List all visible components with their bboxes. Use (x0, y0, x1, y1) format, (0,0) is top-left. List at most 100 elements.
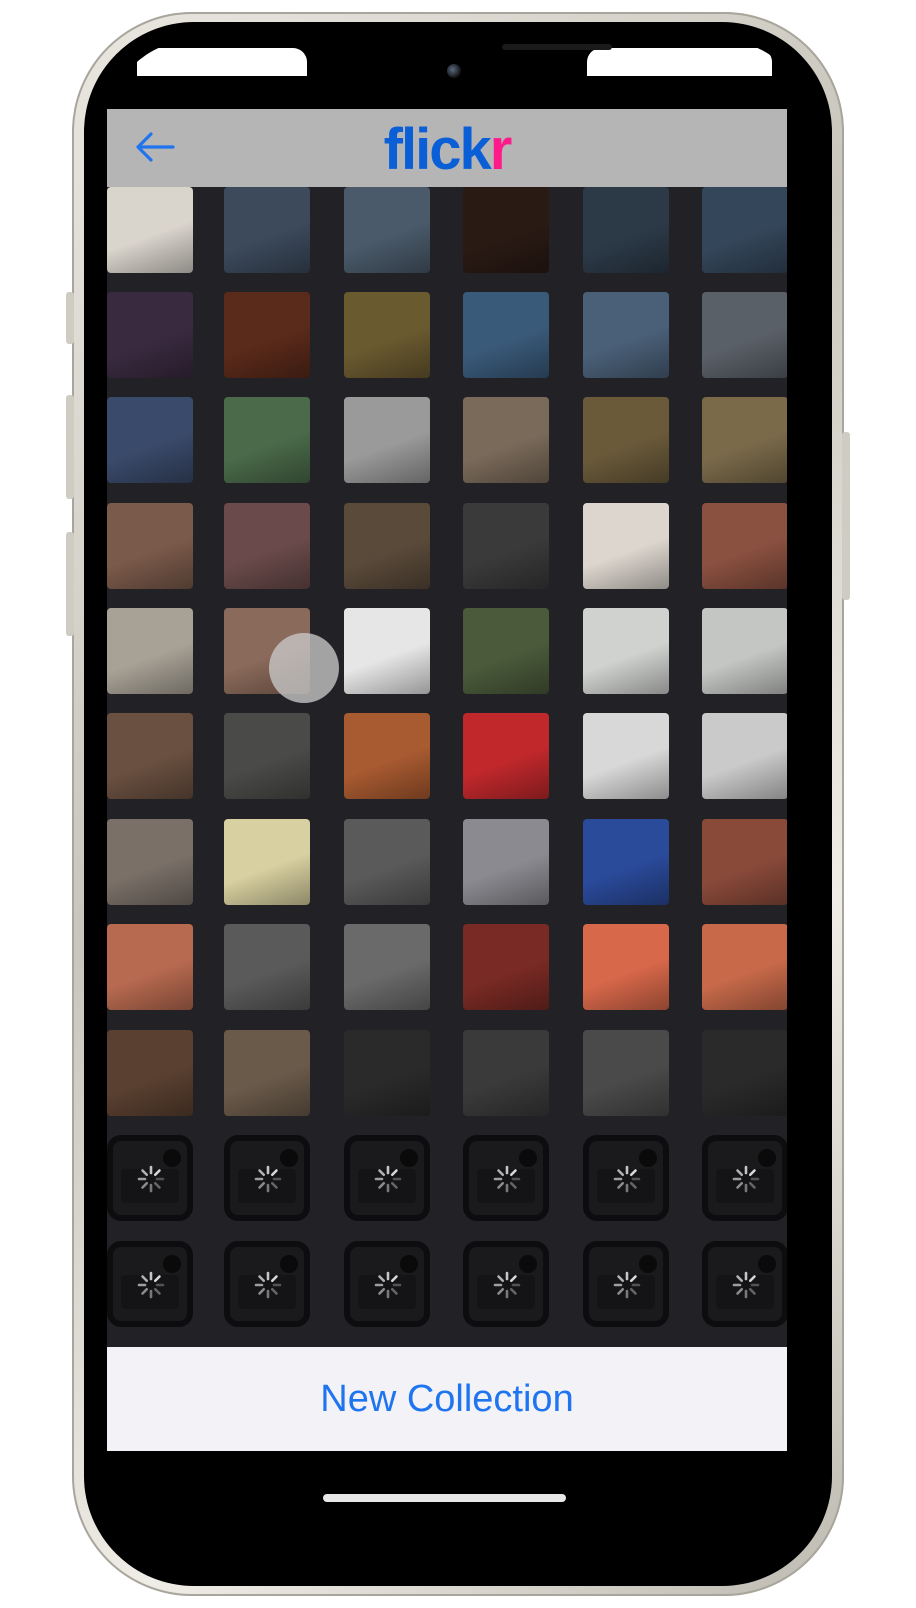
photo-thumbnail-loading[interactable] (344, 1241, 430, 1327)
home-indicator[interactable] (323, 1494, 566, 1502)
photo-thumbnail[interactable] (702, 924, 787, 1010)
photo-grid (107, 187, 787, 1347)
photo-thumbnail[interactable] (224, 292, 310, 378)
photo-thumbnail-loading[interactable] (583, 1241, 669, 1327)
photo-thumbnail[interactable] (344, 713, 430, 799)
photo-thumbnail[interactable] (224, 187, 310, 273)
side-button-power (842, 432, 850, 600)
photo-thumbnail-loading[interactable] (344, 1135, 430, 1221)
image-loading-icon (732, 1165, 760, 1193)
photo-thumbnail[interactable] (344, 397, 430, 483)
image-loading-icon (493, 1271, 521, 1299)
photo-thumbnail[interactable] (702, 397, 787, 483)
image-loading-icon (374, 1271, 402, 1299)
photo-thumbnail[interactable] (107, 713, 193, 799)
photo-thumbnail[interactable] (583, 924, 669, 1010)
photo-thumbnail[interactable] (583, 713, 669, 799)
speaker-grille (502, 44, 612, 50)
image-loading-icon (137, 1271, 165, 1299)
photo-thumbnail-loading[interactable] (702, 1135, 787, 1221)
photo-thumbnail[interactable] (583, 397, 669, 483)
image-loading-icon (613, 1271, 641, 1299)
image-loading-icon (374, 1165, 402, 1193)
placeholder-dot (758, 1149, 776, 1167)
scroll-handle[interactable] (269, 633, 339, 703)
photo-thumbnail[interactable] (463, 924, 549, 1010)
image-loading-icon (613, 1165, 641, 1193)
photo-thumbnail[interactable] (463, 397, 549, 483)
photo-thumbnail[interactable] (344, 503, 430, 589)
logo-text-blue: flick (383, 117, 492, 182)
photo-thumbnail[interactable] (583, 819, 669, 905)
placeholder-dot (519, 1255, 537, 1273)
photo-thumbnail[interactable] (224, 503, 310, 589)
photo-thumbnail-loading[interactable] (583, 1135, 669, 1221)
photo-thumbnail[interactable] (463, 819, 549, 905)
placeholder-dot (280, 1255, 298, 1273)
placeholder-dot (280, 1149, 298, 1167)
photo-thumbnail[interactable] (583, 292, 669, 378)
photo-thumbnail-loading[interactable] (463, 1135, 549, 1221)
photo-thumbnail[interactable] (583, 187, 669, 273)
photo-thumbnail[interactable] (702, 292, 787, 378)
photo-thumbnail[interactable] (702, 503, 787, 589)
photo-thumbnail[interactable] (702, 713, 787, 799)
flickr-logo: flickr (107, 115, 787, 185)
photo-thumbnail[interactable] (463, 187, 549, 273)
photo-thumbnail[interactable] (344, 1030, 430, 1116)
image-loading-icon (254, 1271, 282, 1299)
photo-thumbnail[interactable] (224, 1030, 310, 1116)
side-button-volume-up (66, 395, 74, 499)
photo-thumbnail[interactable] (702, 819, 787, 905)
photo-thumbnail[interactable] (463, 292, 549, 378)
photo-thumbnail[interactable] (107, 924, 193, 1010)
photo-thumbnail[interactable] (107, 819, 193, 905)
app-window: flickr New Collection (107, 109, 787, 1451)
photo-thumbnail[interactable] (107, 1030, 193, 1116)
photo-thumbnail[interactable] (107, 292, 193, 378)
photo-thumbnail[interactable] (107, 187, 193, 273)
photo-thumbnail[interactable] (702, 1030, 787, 1116)
photo-thumbnail-loading[interactable] (224, 1135, 310, 1221)
new-collection-button[interactable]: New Collection (107, 1347, 787, 1451)
photo-thumbnail[interactable] (583, 1030, 669, 1116)
photo-thumbnail-loading[interactable] (702, 1241, 787, 1327)
photo-thumbnail[interactable] (344, 924, 430, 1010)
logo-text-pink: r (489, 117, 513, 182)
photo-thumbnail[interactable] (224, 924, 310, 1010)
placeholder-dot (519, 1149, 537, 1167)
photo-thumbnail[interactable] (463, 503, 549, 589)
image-loading-icon (732, 1271, 760, 1299)
photo-thumbnail[interactable] (344, 292, 430, 378)
photo-thumbnail[interactable] (463, 1030, 549, 1116)
photo-thumbnail[interactable] (583, 503, 669, 589)
photo-thumbnail[interactable] (107, 397, 193, 483)
photo-thumbnail-loading[interactable] (107, 1241, 193, 1327)
notch (307, 40, 587, 112)
photo-thumbnail-loading[interactable] (107, 1135, 193, 1221)
photo-thumbnail[interactable] (583, 608, 669, 694)
photo-thumbnail[interactable] (344, 187, 430, 273)
status-bar-right (587, 48, 772, 76)
photo-thumbnail[interactable] (107, 503, 193, 589)
placeholder-dot (639, 1149, 657, 1167)
photo-thumbnail[interactable] (344, 608, 430, 694)
photo-thumbnail[interactable] (463, 608, 549, 694)
photo-thumbnail[interactable] (344, 819, 430, 905)
placeholder-dot (400, 1149, 418, 1167)
photo-thumbnail-loading[interactable] (224, 1241, 310, 1327)
photo-thumbnail[interactable] (702, 187, 787, 273)
photo-thumbnail[interactable] (224, 819, 310, 905)
image-loading-icon (493, 1165, 521, 1193)
photo-thumbnail-loading[interactable] (463, 1241, 549, 1327)
photo-thumbnail[interactable] (107, 608, 193, 694)
front-camera (447, 64, 461, 78)
status-bar-left (137, 48, 307, 76)
photo-thumbnail[interactable] (702, 608, 787, 694)
side-button-volume-down (66, 532, 74, 636)
photo-thumbnail[interactable] (224, 713, 310, 799)
placeholder-dot (163, 1149, 181, 1167)
photo-thumbnail[interactable] (224, 397, 310, 483)
photo-thumbnail[interactable] (463, 713, 549, 799)
image-loading-icon (137, 1165, 165, 1193)
